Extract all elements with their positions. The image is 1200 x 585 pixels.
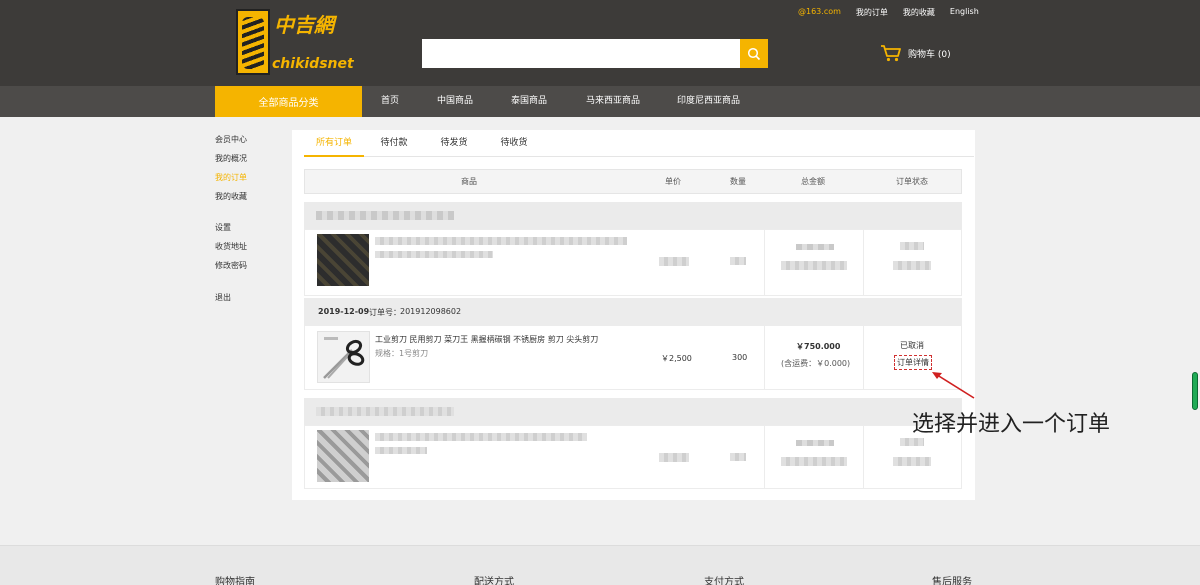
order-date: 2019-12-09 [318,307,370,316]
sidebar-item-password[interactable]: 修改密码 [215,260,247,271]
blurred-order-row[interactable] [304,229,962,296]
nav-item-home[interactable]: 首页 [381,86,399,117]
top-header: 中吉網 chikidsnet @163.com 我的订单 我的收藏 Englis… [0,0,1200,86]
nav-item-china[interactable]: 中国商品 [437,86,473,117]
order-total: ￥750.000 [796,342,841,351]
search-icon [747,47,761,60]
order-detail-link[interactable]: 订单详情 [894,355,932,370]
col-product: 商品 [461,177,477,186]
shipping-fee: (含运费：￥0.000) [781,359,851,368]
nav-item-malaysia[interactable]: 马来西亚商品 [586,86,640,117]
all-categories-button[interactable]: 全部商品分类 [215,86,362,117]
scrollbar-indicator[interactable] [1192,372,1198,410]
cart-label: 购物车 (0) [908,49,951,60]
col-unit-price: 单价 [665,177,681,186]
my-favorites-link[interactable]: 我的收藏 [903,7,935,18]
site-logo[interactable]: 中吉網 chikidsnet [236,9,354,75]
blurred-order-row[interactable] [304,425,962,489]
search-bar [422,39,768,68]
col-status: 订单状态 [896,177,928,186]
language-link[interactable]: English [950,7,979,18]
logo-english-text: chikidsnet [272,56,354,72]
sidebar-item-overview[interactable]: 我的概况 [215,153,247,164]
product-spec: 规格：1号剪刀 [375,349,429,358]
tab-pending-shipment[interactable]: 待发货 [434,130,474,157]
main-nav: 全部商品分类 首页 中国商品 泰国商品 马来西亚商品 印度尼西亚商品 [0,86,1200,117]
table-header: 商品 单价 数量 总金额 订单状态 [304,169,962,194]
top-links: @163.com 我的订单 我的收藏 English [798,7,994,18]
annotation-text: 选择并进入一个订单 [912,412,1111,437]
product-image [317,331,370,383]
col-total: 总金额 [801,177,825,186]
account-link[interactable]: @163.com [798,7,841,18]
footer-after-sales[interactable]: 售后服务 [932,573,972,585]
sidebar-item-favorites[interactable]: 我的收藏 [215,191,247,202]
footer-payment[interactable]: 支付方式 [704,573,744,585]
product-thumbnail [317,234,369,286]
blurred-order-header [304,398,962,425]
tab-all-orders[interactable]: 所有订单 [304,130,364,157]
sidebar-item-address[interactable]: 收货地址 [215,241,247,252]
cart-button[interactable]: 购物车 (0) [880,44,951,62]
nav-item-indonesia[interactable]: 印度尼西亚商品 [677,86,740,117]
product-name[interactable]: 工业剪刀 民用剪刀 菜刀王 黑握柄碳钢 不锈厨房 剪刀 尖头剪刀 [375,334,598,345]
annotation-arrow-icon [932,372,975,399]
order-header: 2019-12-09 订单号： 201912098602 [304,298,962,325]
shopping-cart-icon [881,45,901,62]
col-quantity: 数量 [730,177,746,186]
tiger-logo-icon [236,9,270,75]
order-tabs: 所有订单 待付款 待发货 待收货 [304,130,974,157]
blurred-order-header [304,202,962,229]
unit-price: ￥2,500 [661,354,692,363]
sidebar-heading-settings: 设置 [215,223,231,232]
quantity: 300 [732,353,748,362]
order-status: 已取消 [900,341,924,350]
footer-delivery[interactable]: 配送方式 [474,573,514,585]
orders-panel: 所有订单 待付款 待发货 待收货 商品 单价 数量 总金额 订单状态 2019-… [292,130,975,500]
order-row[interactable]: 工业剪刀 民用剪刀 菜刀王 黑握柄碳钢 不锈厨房 剪刀 尖头剪刀 规格：1号剪刀… [304,325,962,390]
sidebar-item-orders[interactable]: 我的订单 [215,172,247,183]
footer: 购物指南 配送方式 支付方式 售后服务 [0,545,1200,585]
sidebar-heading-member: 会员中心 [215,135,247,144]
product-thumbnail [317,430,369,482]
tab-pending-payment[interactable]: 待付款 [374,130,414,157]
scissors-icon [323,337,365,379]
order-number-label: 订单号： [369,308,401,317]
footer-shopping-guide[interactable]: 购物指南 [215,573,255,585]
search-button[interactable] [740,39,768,68]
order-number: 201912098602 [400,307,462,316]
tab-pending-receipt[interactable]: 待收货 [494,130,534,157]
my-orders-link[interactable]: 我的订单 [856,7,888,18]
search-input[interactable] [422,39,740,68]
sidebar-item-logout[interactable]: 退出 [215,292,231,303]
nav-item-thailand[interactable]: 泰国商品 [511,86,547,117]
logo-chinese-text: 中吉網 [274,13,334,37]
